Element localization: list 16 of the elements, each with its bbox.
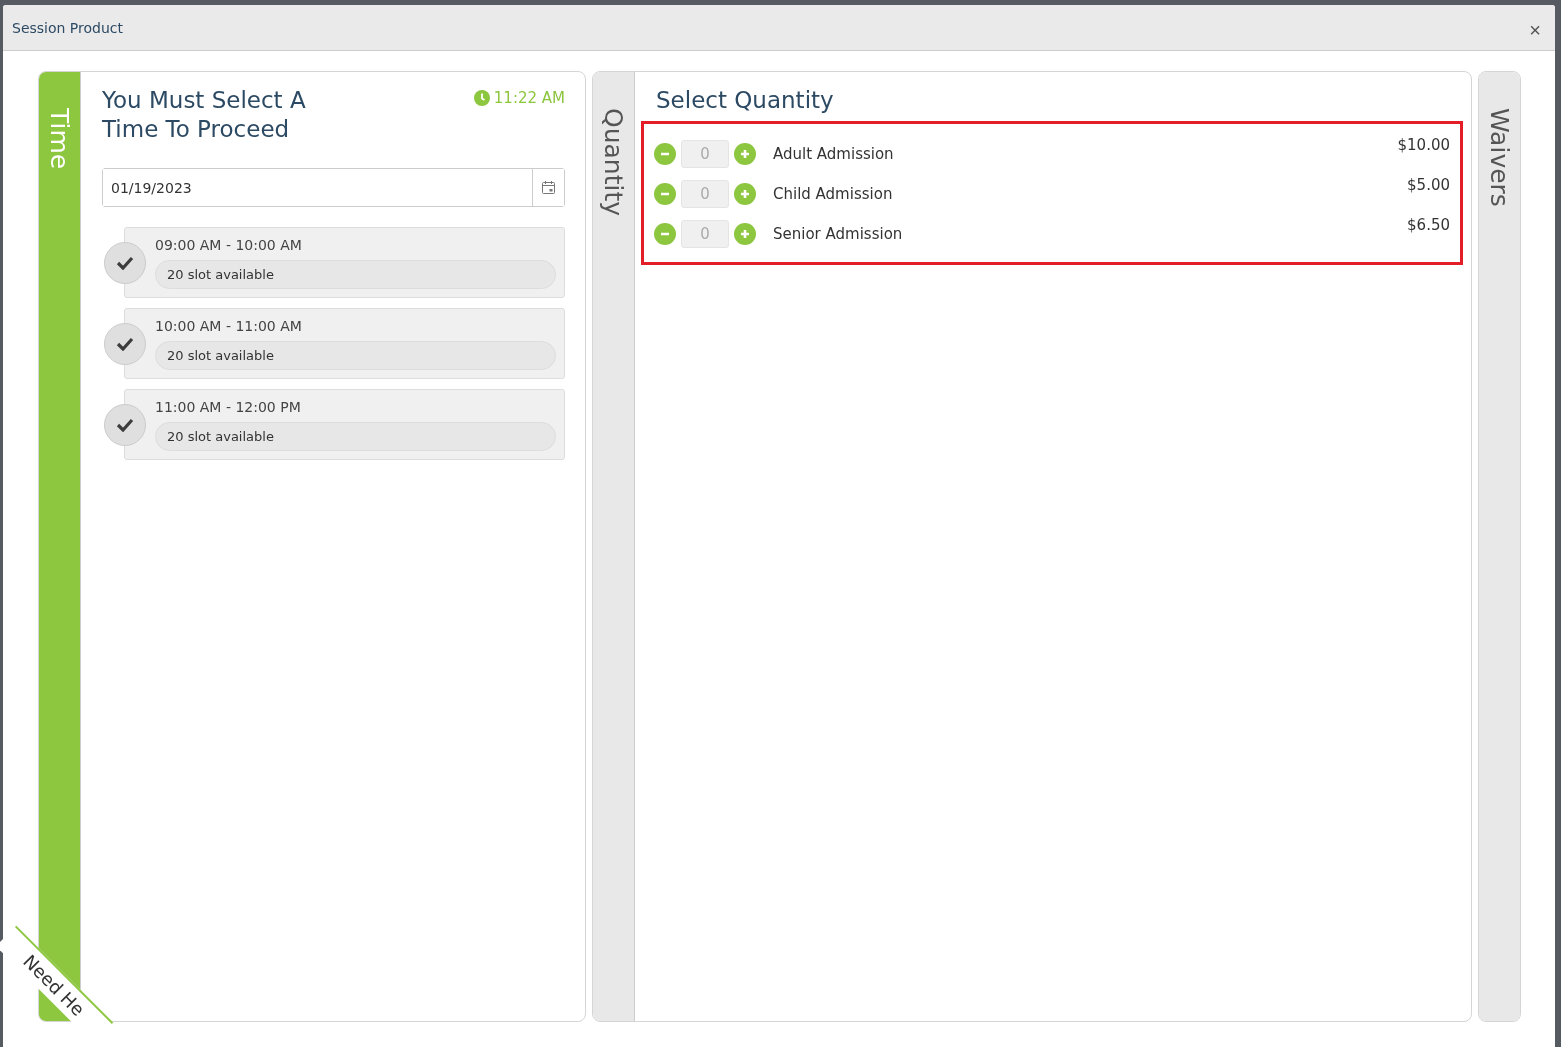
ticket-name: Child Admission: [773, 185, 894, 203]
ticket-price: $10.00: [1397, 136, 1450, 154]
clock-text: 11:22 AM: [493, 89, 565, 107]
slot-availability: 20 slot available: [155, 260, 556, 289]
slot-availability: 20 slot available: [155, 341, 556, 370]
ticket-price: $5.00: [1407, 176, 1450, 194]
window-title: Session Product: [12, 19, 124, 36]
ticket-name: Senior Admission: [773, 225, 904, 243]
quantity-heading: Select Quantity: [656, 86, 835, 115]
ticket-price: $6.50: [1407, 216, 1450, 234]
slot-availability: 20 slot available: [155, 422, 556, 451]
slot-time: 11:00 AM - 12:00 PM: [155, 399, 302, 415]
time-heading: You Must Select A Time To Proceed: [102, 86, 306, 144]
ticket-name: Adult Admission: [773, 145, 895, 163]
slot-time: 10:00 AM - 11:00 AM: [155, 318, 303, 334]
slot-time: 09:00 AM - 10:00 AM: [155, 237, 303, 253]
